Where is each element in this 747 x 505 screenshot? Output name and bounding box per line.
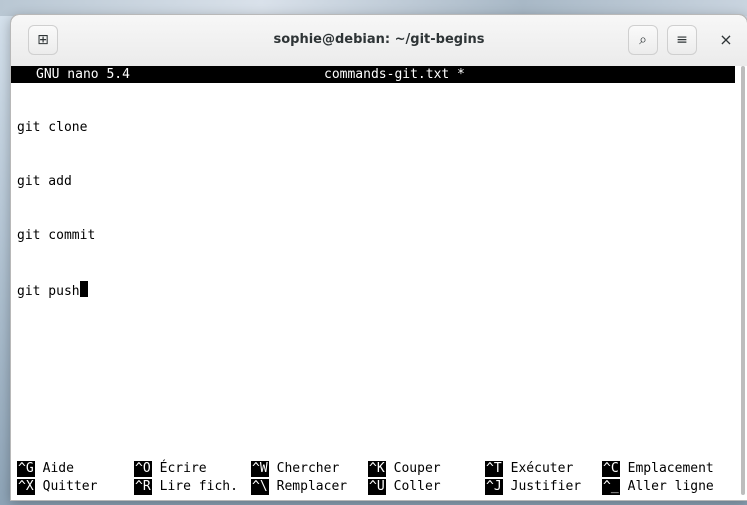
shortcut-label: Couper: [393, 461, 441, 476]
shortcut-label: Écrire: [159, 461, 207, 476]
shortcut-key: ^R: [134, 479, 152, 495]
editor-line: git push: [17, 281, 727, 299]
shortcut-key: ^U: [368, 479, 386, 495]
text-cursor: [79, 281, 88, 297]
shortcut-key: ^T: [485, 461, 503, 477]
shortcut-label: Aller ligne: [627, 479, 714, 494]
shortcut-label: Remplacer: [276, 479, 348, 494]
nano-shortcut-bar: ^G Aide ^O Écrire ^W Chercher ^K Couper ^T Ex…: [17, 460, 727, 496]
shortcut-execute[interactable]: ^T Exécuter: [485, 460, 573, 478]
shortcut-write[interactable]: ^O Écrire: [134, 460, 207, 478]
shortcut-label: Lire fich.: [159, 479, 238, 494]
shortcut-label: Emplacement: [627, 461, 714, 476]
shortcut-read-file[interactable]: ^R Lire fich.: [134, 478, 238, 496]
shortcut-key: ^X: [17, 479, 35, 495]
search-button[interactable]: ⌕: [628, 25, 658, 55]
editor-line: git add: [17, 174, 72, 189]
terminal-window: ⊞ sophie@debian: ~/git-begins ⌕ ≡ × GNU …: [10, 14, 747, 501]
shortcut-location[interactable]: ^C Emplacement: [602, 460, 714, 478]
shortcut-key: ^\: [251, 479, 269, 495]
editor-line: git commit: [17, 228, 96, 243]
nano-version: GNU nano 5.4: [36, 67, 130, 82]
shortcut-key: ^J: [485, 479, 503, 495]
shortcut-label: Exécuter: [510, 461, 574, 476]
shortcut-key: ^K: [368, 461, 386, 477]
shortcut-cut[interactable]: ^K Couper: [368, 460, 441, 478]
shortcut-label: Aide: [42, 461, 74, 476]
text-editor-area[interactable]: git clone git add git commit git push: [17, 83, 727, 335]
hamburger-menu-icon: ≡: [676, 32, 688, 48]
shortcut-paste[interactable]: ^U Coller: [368, 478, 441, 496]
terminal-content[interactable]: GNU nano 5.4 commands-git.txt * git clon…: [11, 66, 747, 500]
terminal-scrollbar[interactable]: [739, 66, 747, 500]
shortcut-help[interactable]: ^G Aide: [17, 460, 74, 478]
editor-line: git clone: [17, 120, 88, 135]
nano-header-bar: GNU nano 5.4 commands-git.txt *: [11, 66, 735, 83]
shortcut-key: ^G: [17, 461, 35, 477]
shortcut-justify[interactable]: ^J Justifier: [485, 478, 581, 496]
search-icon: ⌕: [639, 32, 647, 48]
shortcut-label: Chercher: [276, 461, 340, 476]
desktop: ⊞ sophie@debian: ~/git-begins ⌕ ≡ × GNU …: [0, 0, 747, 505]
shortcut-key: ^C: [602, 461, 620, 477]
close-icon: ×: [719, 29, 733, 49]
shortcut-search[interactable]: ^W Chercher: [251, 460, 339, 478]
scrollbar-thumb[interactable]: [741, 66, 745, 495]
nano-filename: commands-git.txt *: [324, 67, 465, 82]
shortcut-key: ^_: [602, 479, 620, 495]
window-titlebar: ⊞ sophie@debian: ~/git-begins ⌕ ≡ ×: [11, 15, 747, 67]
shortcut-go-to-line[interactable]: ^_ Aller ligne: [602, 478, 714, 496]
shortcut-label: Quitter: [42, 479, 98, 494]
shortcut-exit[interactable]: ^X Quitter: [17, 478, 97, 496]
shortcut-key: ^O: [134, 461, 152, 477]
close-button[interactable]: ×: [714, 27, 738, 51]
shortcut-label: Coller: [393, 479, 441, 494]
shortcut-key: ^W: [251, 461, 269, 477]
menu-button[interactable]: ≡: [667, 25, 697, 55]
shortcut-label: Justifier: [510, 479, 582, 494]
shortcut-replace[interactable]: ^\ Remplacer: [251, 478, 347, 496]
